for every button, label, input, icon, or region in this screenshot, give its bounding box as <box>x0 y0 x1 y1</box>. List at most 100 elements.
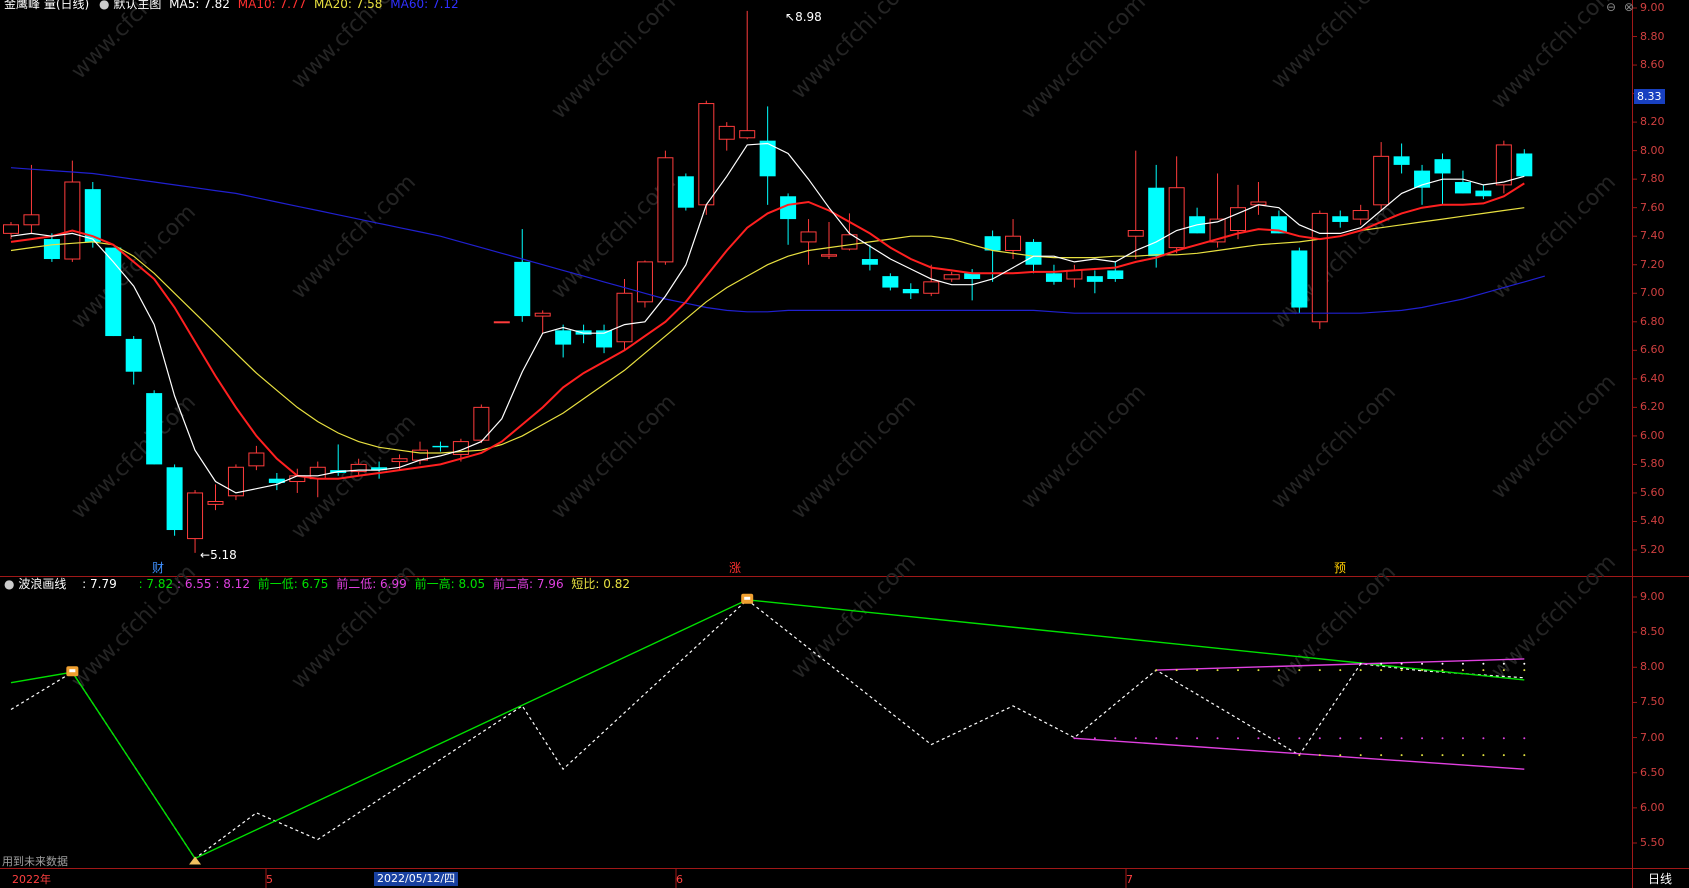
dot-row-upper <box>1175 669 1178 672</box>
event-marker-finance[interactable]: 财 <box>152 561 164 575</box>
dot-row-mid <box>1482 737 1485 740</box>
main-y-tick-label: 6.40 <box>1640 371 1665 385</box>
dot-row-mid <box>1216 737 1219 740</box>
dot-row-low <box>1421 754 1424 757</box>
chart-canvas: www.cfchi.com www.cfchi.com www.cfchi.com w… <box>0 0 1689 888</box>
candle-body-up <box>1005 235 1022 251</box>
main-y-tick-label: 8.00 <box>1640 143 1665 157</box>
candle-body-down <box>43 239 60 260</box>
prev-low1: 前一低: 6.75 <box>257 577 329 591</box>
ma-template-label[interactable]: 默认主图 <box>113 0 161 11</box>
candle-body-down <box>514 261 531 317</box>
dot-row-high <box>1400 662 1403 665</box>
main-y-tick-label: 8.60 <box>1640 58 1665 72</box>
ma10-value: MA10: 7.77 <box>237 0 307 11</box>
main-y-tick-label: 5.80 <box>1640 457 1665 471</box>
stock-title: 金鹰峰 量(日线) <box>4 0 90 11</box>
candle-body-up <box>493 321 510 324</box>
dot-row-mid <box>1237 737 1239 740</box>
dot-row-low <box>1482 754 1485 757</box>
dot-row-upper <box>1216 669 1219 672</box>
dot-row-upper <box>1441 669 1444 672</box>
dot-row-high <box>1441 662 1444 665</box>
settings-icon[interactable]: ● <box>99 0 109 11</box>
sub-settings-icon[interactable]: ● <box>4 577 14 591</box>
dot-row-upper <box>1339 669 1342 672</box>
ma60-value: MA60: 7.12 <box>390 0 459 11</box>
time-label-year: 2022年 <box>12 873 51 886</box>
dot-row-low <box>1298 754 1301 757</box>
dot-row-high <box>1421 662 1424 665</box>
prev-low2: 前二低: 6.99 <box>336 577 407 591</box>
candle-body-up <box>636 261 653 303</box>
main-y-tick-label: 9.00 <box>1640 1 1665 14</box>
dot-row-mid <box>1298 737 1301 740</box>
minimize-icon[interactable]: ⊖ <box>1606 0 1616 14</box>
dot-row-upper <box>1318 669 1321 672</box>
dot-row-low <box>1318 754 1321 757</box>
dot-row-upper <box>1155 669 1158 672</box>
candle-body-down <box>1045 273 1062 282</box>
candle-body-up <box>1373 155 1390 206</box>
candle-body-down <box>882 276 899 288</box>
candle-body-down <box>1393 156 1410 165</box>
dot-row-mid <box>1114 737 1117 740</box>
indicator-v2: : 6.55 <box>176 577 212 591</box>
candle-body-down <box>902 288 919 294</box>
dot-row-low <box>1339 754 1342 757</box>
ma20-value: MA20: 7.58 <box>314 0 383 11</box>
dot-row-upper <box>1298 669 1301 672</box>
candle-body-up <box>1168 187 1185 249</box>
sub-y-tick-label: 6.00 <box>1640 800 1665 814</box>
main-y-tick-label: 6.20 <box>1640 400 1665 414</box>
indicator-title[interactable]: 波浪画线 <box>18 577 66 591</box>
time-label-june: 6 <box>676 873 683 886</box>
close-icon[interactable]: ⊗ <box>1624 0 1634 14</box>
sub-y-tick-label: 6.50 <box>1640 765 1665 779</box>
candle-body-up <box>943 274 960 280</box>
sub-y-tick-label: 7.50 <box>1640 695 1665 709</box>
dot-row-mid <box>1277 737 1280 740</box>
candle-body-down <box>105 247 122 337</box>
window-controls: ⊖ ⊗ <box>1606 0 1634 14</box>
dot-row-upper <box>1196 669 1199 672</box>
wave-high-badge-inner <box>69 669 76 673</box>
period-button[interactable]: 日线 <box>1648 872 1672 886</box>
main-y-tick-label: 7.40 <box>1640 229 1665 243</box>
candle-body-up <box>821 254 837 257</box>
event-marker-rise[interactable]: 涨 <box>729 561 741 575</box>
time-label-may: 5 <box>266 873 273 886</box>
dot-row-upper <box>1359 669 1362 672</box>
main-y-tick-label: 6.00 <box>1640 428 1665 442</box>
candle-body-down <box>1454 182 1471 194</box>
dot-row-upper <box>1523 669 1526 672</box>
main-y-tick-label: 6.80 <box>1640 314 1665 328</box>
candle-body-up <box>1352 210 1369 220</box>
dot-row-upper <box>1482 669 1485 672</box>
dot-row-mid <box>1134 737 1137 740</box>
candle-body-down <box>575 330 592 335</box>
candle-body-down <box>166 467 183 531</box>
low-price-marker: ←5.18 <box>200 548 237 562</box>
main-header: 金鹰峰 量(日线) ● 默认主图 MA5: 7.82 MA10: 7.77 MA… <box>4 0 459 11</box>
candle-body-down <box>1025 241 1042 265</box>
candle-body-up <box>616 292 633 343</box>
candle-body-down <box>1291 250 1308 308</box>
time-label-cursor-date: 2022/05/12/四 <box>374 872 459 886</box>
main-y-tick-label: 5.20 <box>1640 543 1665 556</box>
dot-row-mid <box>1380 737 1383 740</box>
dot-row-mid <box>1400 737 1403 740</box>
ma5-value: MA5: 7.82 <box>169 0 230 11</box>
dot-row-mid <box>1155 737 1158 740</box>
dot-row-mid <box>1073 737 1076 740</box>
indicator-v3: : 8.12 <box>215 577 250 591</box>
candle-body-up <box>1311 212 1328 323</box>
candle-body-down <box>677 176 694 208</box>
main-y-tick-label: 5.60 <box>1640 485 1665 499</box>
candle-body-up <box>23 214 40 226</box>
candle-body-up <box>1127 230 1144 237</box>
dot-row-high <box>1380 662 1383 665</box>
dot-row-mid <box>1523 737 1526 740</box>
candle-body-up <box>64 181 81 260</box>
event-marker-forecast[interactable]: 预 <box>1334 561 1346 575</box>
